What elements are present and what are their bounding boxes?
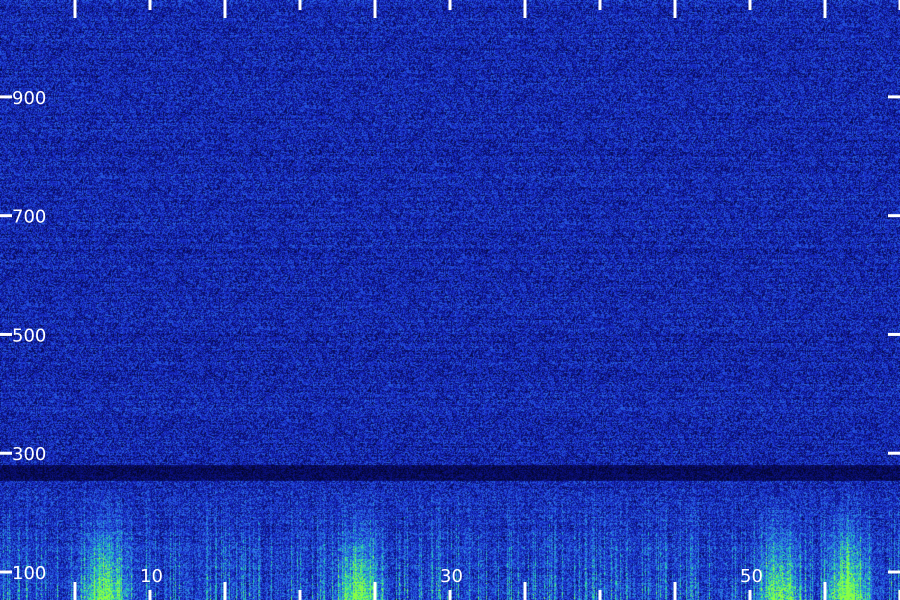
spectrogram-axes: 100 300 500 700 900 10 30 50	[0, 0, 900, 600]
y-tick-label: 100	[12, 563, 46, 584]
x-axis-bottom-ticks	[73, 582, 900, 600]
y-tick-label: 700	[12, 207, 46, 228]
y-tick-label: 900	[12, 88, 46, 109]
y-axis-right-ticks	[888, 95, 900, 574]
x-axis-top-ticks	[73, 0, 900, 18]
y-axis-left-ticks	[0, 95, 12, 574]
x-tick-label: 50	[740, 566, 763, 587]
x-axis-labels: 10 30 50	[140, 566, 763, 587]
y-axis-labels: 100 300 500 700 900	[12, 88, 46, 584]
y-tick-label: 500	[12, 325, 46, 346]
x-tick-label: 30	[440, 566, 463, 587]
x-tick-label: 10	[140, 566, 163, 587]
spectrogram-chart: 100 300 500 700 900 10 30 50	[0, 0, 900, 600]
y-tick-label: 300	[12, 444, 46, 465]
